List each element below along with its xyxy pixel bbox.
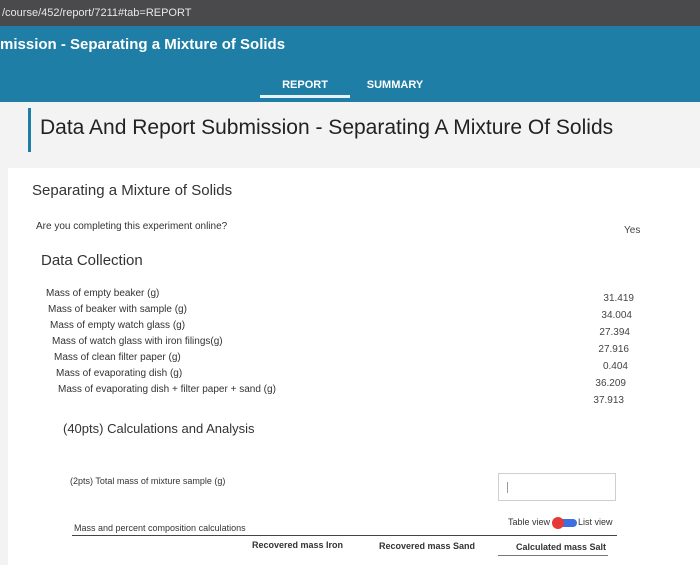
- online-answer[interactable]: Yes: [624, 225, 640, 236]
- page-title: Data And Report Submission - Separating …: [40, 116, 614, 139]
- data-value-empty-beaker[interactable]: 31.419: [574, 293, 634, 304]
- data-label-dish-paper-sand: Mass of evaporating dish + filter paper …: [58, 384, 276, 395]
- title-accent-bar: [28, 108, 31, 152]
- data-label-empty-watch-glass: Mass of empty watch glass (g): [50, 320, 186, 331]
- app-title: mission - Separating a Mixture of Solids: [0, 36, 286, 53]
- data-value-dish-paper-sand[interactable]: 37.913: [564, 395, 624, 406]
- data-label-evaporating-dish: Mass of evaporating dish (g): [56, 368, 183, 379]
- tab-bar: REPORT SUMMARY: [260, 78, 440, 98]
- data-value-beaker-with-sample[interactable]: 34.004: [572, 310, 632, 321]
- table-view-label[interactable]: Table view: [508, 517, 550, 527]
- col-calculated-salt: Calculated mass Salt: [516, 542, 607, 552]
- data-label-beaker-with-sample: Mass of beaker with sample (g): [48, 304, 187, 315]
- data-value-empty-watch-glass[interactable]: 27.394: [570, 327, 630, 338]
- tab-summary[interactable]: SUMMARY: [350, 78, 440, 98]
- view-toggle[interactable]: [552, 517, 577, 529]
- data-label-empty-beaker: Mass of empty beaker (g): [46, 288, 160, 299]
- report-card: Separating a Mixture of Solids Are you c…: [8, 168, 700, 568]
- data-label-watch-glass-iron: Mass of watch glass with iron filings(g): [52, 336, 223, 347]
- data-value-evaporating-dish[interactable]: 36.209: [566, 378, 626, 389]
- toggle-knob: [552, 517, 564, 529]
- text-cursor-icon: [507, 482, 508, 493]
- data-value-clean-filter-paper[interactable]: 0.404: [568, 361, 628, 372]
- col-recovered-iron: Recovered mass Iron: [252, 540, 344, 550]
- list-view-label[interactable]: List view: [578, 517, 613, 527]
- salt-col-underline: [498, 555, 608, 556]
- tab-report[interactable]: REPORT: [260, 78, 350, 98]
- calculations-title: (40pts) Calculations and Analysis: [63, 421, 255, 436]
- mass-percent-label: Mass and percent composition calculation…: [74, 523, 246, 533]
- data-value-watch-glass-iron[interactable]: 27.916: [569, 344, 629, 355]
- browser-url-bar[interactable]: /course/452/report/7211#tab=REPORT: [0, 0, 700, 26]
- main-content: Data And Report Submission - Separating …: [0, 102, 700, 568]
- table-top-divider: [72, 535, 617, 536]
- total-mass-label: (2pts) Total mass of mixture sample (g): [70, 476, 226, 486]
- experiment-title: Separating a Mixture of Solids: [32, 182, 233, 199]
- data-collection-title: Data Collection: [41, 252, 143, 269]
- app-header: mission - Separating a Mixture of Solids…: [0, 26, 700, 102]
- total-mass-input[interactable]: [498, 473, 616, 501]
- online-question: Are you completing this experiment onlin…: [36, 221, 228, 232]
- data-label-clean-filter-paper: Mass of clean filter paper (g): [54, 352, 181, 363]
- col-recovered-sand: Recovered mass Sand: [379, 541, 476, 551]
